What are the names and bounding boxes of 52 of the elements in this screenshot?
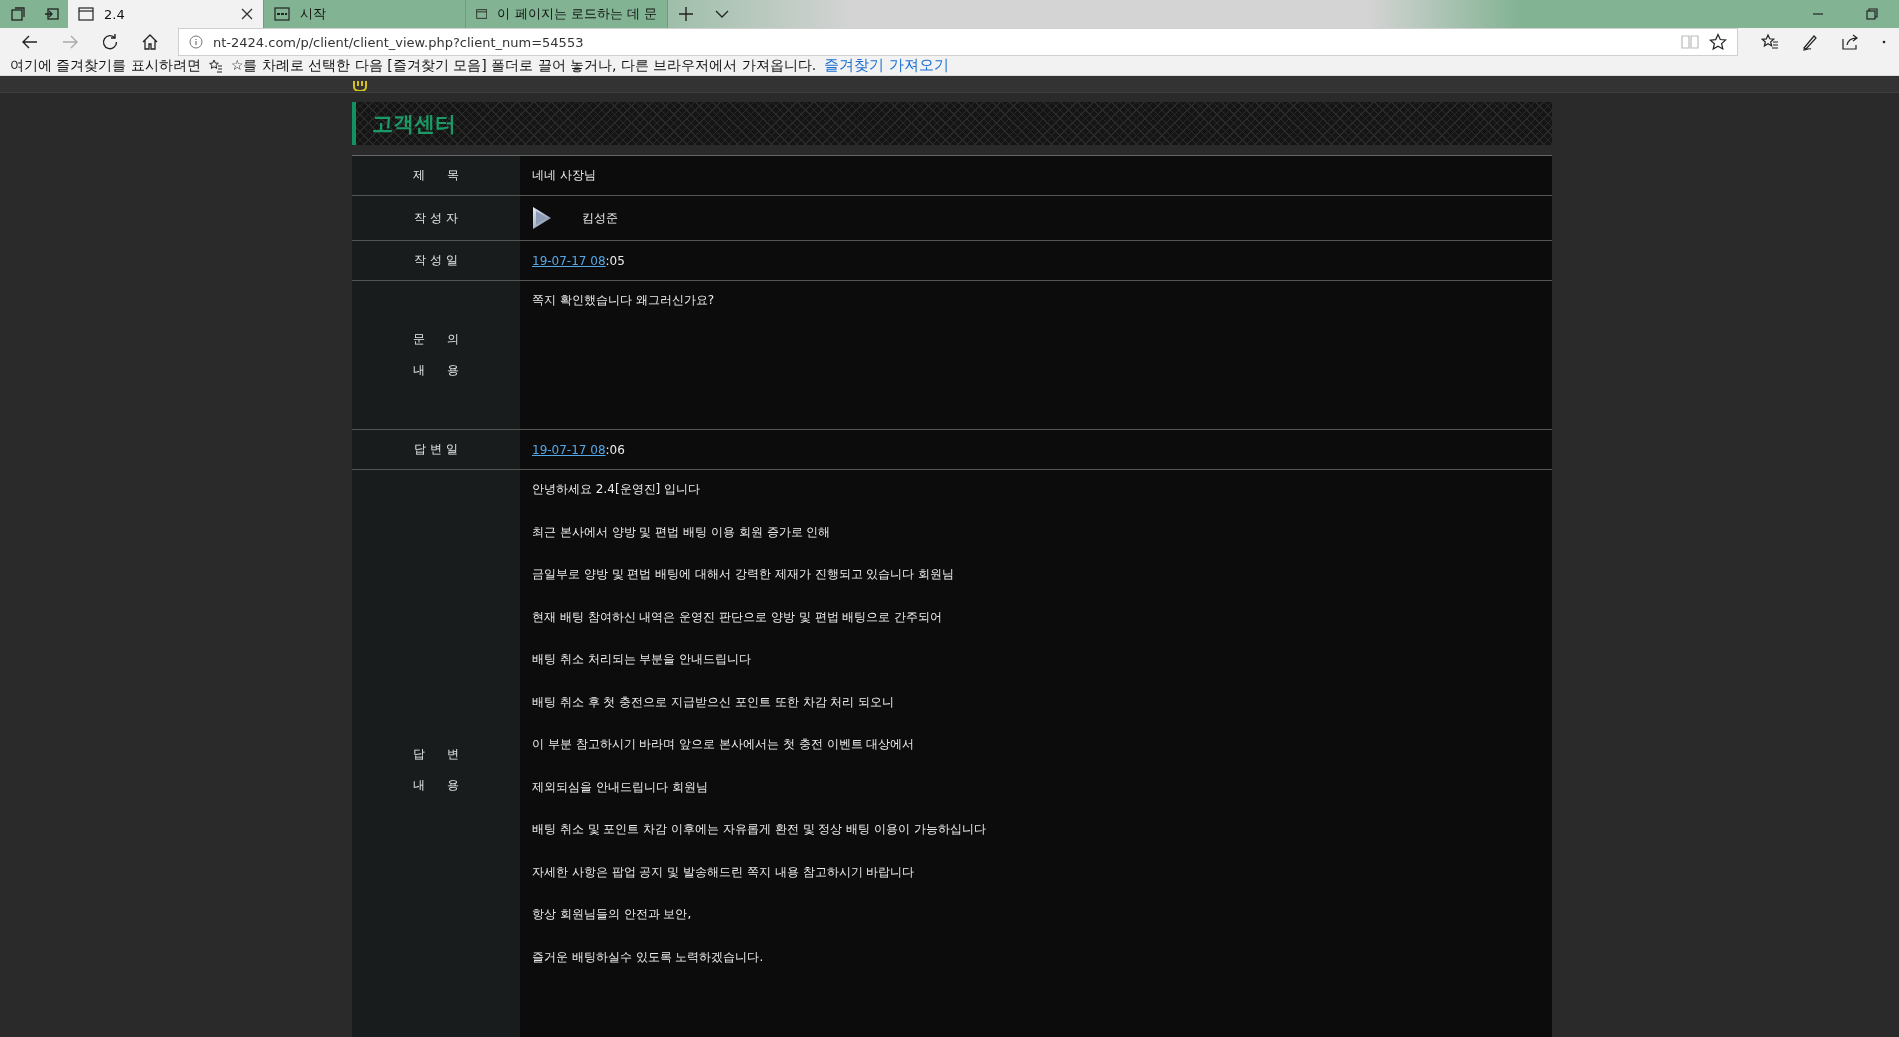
message-line: 이 부분 참고하시기 바라며 앞으로 본사에서는 첫 충전 이벤트 대상에서: [532, 737, 916, 752]
page-icon: [78, 7, 94, 21]
message-line: 제외되심을 안내드립니다 회원님: [532, 779, 709, 795]
pen-icon[interactable]: [1801, 33, 1819, 51]
message-line: 금일부로 양방 및 편법 배팅에 대해서 강력한 제재가 진행되고 있습니다 회원님: [532, 567, 956, 582]
field-label: 작 성 자: [414, 209, 458, 227]
favorites-icon: [208, 58, 223, 73]
subject-text: 네네 사장님: [532, 167, 596, 184]
favorites-icon[interactable]: [1761, 33, 1779, 51]
set-aside-tabs-icon[interactable]: [44, 6, 60, 22]
message-line: 배팅 취소 후 첫 충전으로 지급받으신 포인트 또한 차감 처리 되오니: [532, 694, 896, 710]
message-line: 항상 회원님들의 안전과 보안,: [532, 907, 693, 922]
message-line: 즐거운 배팅하실수 있도록 노력하겠습니다.: [532, 949, 765, 965]
date-link[interactable]: 19-07-17 08: [532, 253, 606, 268]
field-label: 문 의: [412, 331, 460, 348]
date-text: 19-07-17 08:05: [532, 253, 625, 268]
close-icon[interactable]: [241, 8, 253, 20]
logo-icon: [352, 81, 368, 91]
address-field[interactable]: nt-2424.com/p/client/client_view.php?client_num=54553: [178, 28, 1738, 56]
star-icon[interactable]: [1709, 33, 1727, 51]
restore-icon[interactable]: [1865, 7, 1879, 21]
share-icon[interactable]: [1841, 33, 1859, 51]
field-label: 내 용: [412, 362, 460, 379]
favorites-hint: 여기에 즐겨찾기를 표시하려면: [10, 56, 201, 75]
home-icon[interactable]: [141, 33, 159, 51]
page-icon: [476, 7, 488, 21]
browser-tab[interactable]: 2.4: [68, 0, 264, 28]
info-icon[interactable]: [189, 35, 203, 49]
back-icon[interactable]: [21, 33, 39, 51]
message-line: 자세한 사항은 팝업 공지 및 발송해드린 쪽지 내용 참고하시기 바랍니다: [532, 864, 916, 880]
message-line: 안녕하세요 2.4[운영진] 입니다: [532, 482, 702, 497]
field-label: 제 목: [412, 167, 460, 184]
field-label: 내 용: [412, 777, 460, 794]
message-line: 현재 배팅 참여하신 내역은 운영진 판단으로 양방 및 편법 배팅으로 간주되어: [532, 609, 944, 625]
message-line: 배팅 취소 및 포인트 차감 이후에는 자유롭게 환전 및 정상 배팅 이용이 가능하십니다: [532, 822, 986, 837]
refresh-icon[interactable]: [101, 33, 119, 51]
date-link[interactable]: 19-07-17 08: [532, 442, 606, 457]
tabs-icon[interactable]: [10, 6, 26, 22]
favorites-hint: ☆를 차례로 선택한 다음 [즐겨찾기 모음] 폴더로 끌어 놓거나, 다른 브라우저에서 가져옵니다.: [230, 56, 817, 75]
section-title: 고객센터: [372, 110, 456, 138]
message-line: 배팅 취소 처리되는 부분을 안내드립니다: [532, 652, 753, 667]
new-tab-icon[interactable]: [678, 6, 694, 22]
field-label: 답 변 일: [414, 441, 458, 458]
window-icon: [274, 7, 290, 21]
play-icon: [532, 206, 552, 230]
message-line: 최근 본사에서 양방 및 편법 배팅 이용 회원 증가로 인해: [532, 524, 832, 540]
field-label: 작 성 일: [414, 252, 458, 269]
field-label: 답 변: [412, 746, 460, 763]
author-name: 킴성준: [582, 209, 618, 227]
date-text: 19-07-17 08:06: [532, 442, 625, 457]
import-favorites-link[interactable]: 즐겨찾기 가져오기: [824, 56, 949, 75]
message-line: 쪽지 확인했습니다 왜그러신가요?: [532, 293, 714, 308]
